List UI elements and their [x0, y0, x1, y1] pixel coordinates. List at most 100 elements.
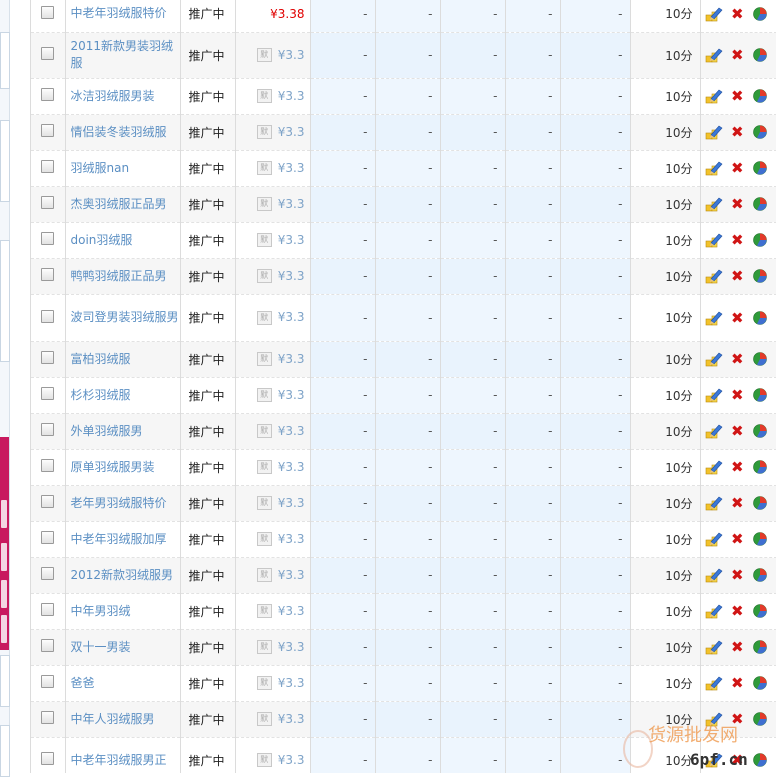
- keyword-link[interactable]: 外单羽绒服男: [65, 413, 181, 450]
- report-pie-icon[interactable]: [752, 495, 770, 511]
- report-pie-icon[interactable]: [752, 531, 770, 547]
- report-pie-icon[interactable]: [752, 268, 770, 284]
- report-pie-icon[interactable]: [752, 459, 770, 475]
- row-checkbox[interactable]: [41, 47, 55, 60]
- bid-price-cell[interactable]: 默 ¥3.3: [235, 341, 311, 378]
- edit-pencil-icon[interactable]: [705, 567, 723, 583]
- row-checkbox[interactable]: [41, 423, 55, 436]
- sidebar-promo-tab[interactable]: [1, 500, 7, 528]
- bid-price-cell[interactable]: 默 ¥3.3: [235, 114, 311, 151]
- delete-x-icon[interactable]: ✖: [730, 675, 744, 691]
- keyword-link[interactable]: 中老年羽绒服男正: [65, 737, 181, 773]
- delete-x-icon[interactable]: ✖: [730, 351, 744, 367]
- row-checkbox[interactable]: [41, 675, 55, 688]
- row-checkbox[interactable]: [41, 124, 55, 137]
- edit-pencil-icon[interactable]: [705, 639, 723, 655]
- report-pie-icon[interactable]: [752, 603, 770, 619]
- edit-pencil-icon[interactable]: [705, 47, 723, 63]
- row-checkbox[interactable]: [41, 459, 55, 472]
- bid-price-cell[interactable]: 默 ¥3.3: [235, 150, 311, 187]
- keyword-link[interactable]: 中老年羽绒服特价: [65, 0, 181, 33]
- row-checkbox[interactable]: [41, 495, 55, 508]
- report-pie-icon[interactable]: [752, 639, 770, 655]
- keyword-link[interactable]: 双十一男装: [65, 629, 181, 666]
- keyword-link[interactable]: 中年男羽绒: [65, 593, 181, 630]
- bid-price-cell[interactable]: 默 ¥3.3: [235, 485, 311, 522]
- keyword-link[interactable]: 冰洁羽绒服男装: [65, 78, 181, 115]
- delete-x-icon[interactable]: ✖: [730, 531, 744, 547]
- row-checkbox[interactable]: [41, 603, 55, 616]
- edit-pencil-icon[interactable]: [705, 423, 723, 439]
- keyword-link[interactable]: 富柏羽绒服: [65, 341, 181, 378]
- edit-pencil-icon[interactable]: [705, 459, 723, 475]
- bid-price-cell[interactable]: 默 ¥3.3: [235, 32, 311, 79]
- sidebar-promo-tab[interactable]: [1, 543, 7, 571]
- edit-pencil-icon[interactable]: [705, 268, 723, 284]
- row-checkbox[interactable]: [41, 639, 55, 652]
- edit-pencil-icon[interactable]: [705, 603, 723, 619]
- bid-price-cell[interactable]: 默 ¥3.3: [235, 186, 311, 223]
- delete-x-icon[interactable]: ✖: [730, 47, 744, 63]
- bid-price-cell[interactable]: 默 ¥3.3: [235, 258, 311, 295]
- delete-x-icon[interactable]: ✖: [730, 160, 744, 176]
- row-checkbox[interactable]: [41, 160, 55, 173]
- keyword-link[interactable]: 鸭鸭羽绒服正品男: [65, 258, 181, 295]
- edit-pencil-icon[interactable]: [705, 160, 723, 176]
- edit-pencil-icon[interactable]: [705, 232, 723, 248]
- row-checkbox[interactable]: [41, 711, 55, 724]
- bid-price-cell[interactable]: 默 ¥3.3: [235, 449, 311, 486]
- keyword-link[interactable]: 杰奥羽绒服正品男: [65, 186, 181, 223]
- row-checkbox[interactable]: [41, 531, 55, 544]
- report-pie-icon[interactable]: [752, 6, 770, 22]
- delete-x-icon[interactable]: ✖: [730, 423, 744, 439]
- keyword-link[interactable]: 中老年羽绒服加厚: [65, 521, 181, 558]
- row-checkbox[interactable]: [41, 232, 55, 245]
- delete-x-icon[interactable]: ✖: [730, 387, 744, 403]
- keyword-link[interactable]: doin羽绒服: [65, 222, 181, 259]
- report-pie-icon[interactable]: [752, 47, 770, 63]
- bid-price-cell[interactable]: 默 ¥3.3: [235, 521, 311, 558]
- keyword-link[interactable]: 情侣装冬装羽绒服: [65, 114, 181, 151]
- row-checkbox[interactable]: [41, 88, 55, 101]
- bid-price-cell[interactable]: 默 ¥3.3: [235, 294, 311, 342]
- keyword-link[interactable]: 爸爸: [65, 665, 181, 702]
- delete-x-icon[interactable]: ✖: [730, 88, 744, 104]
- edit-pencil-icon[interactable]: [705, 124, 723, 140]
- keyword-link[interactable]: 羽绒服nan: [65, 150, 181, 187]
- report-pie-icon[interactable]: [752, 160, 770, 176]
- delete-x-icon[interactable]: ✖: [730, 459, 744, 475]
- report-pie-icon[interactable]: [752, 351, 770, 367]
- bid-price-cell[interactable]: 默 ¥3.3: [235, 593, 311, 630]
- bid-price-cell[interactable]: 默 ¥3.3: [235, 629, 311, 666]
- bid-price-cell[interactable]: 默 ¥3.3: [235, 665, 311, 702]
- report-pie-icon[interactable]: [752, 310, 770, 326]
- edit-pencil-icon[interactable]: [705, 675, 723, 691]
- report-pie-icon[interactable]: [752, 124, 770, 140]
- report-pie-icon[interactable]: [752, 232, 770, 248]
- row-checkbox[interactable]: [41, 387, 55, 400]
- row-checkbox[interactable]: [41, 268, 55, 281]
- delete-x-icon[interactable]: ✖: [730, 6, 744, 22]
- bid-price-cell[interactable]: ¥3.38: [235, 0, 311, 33]
- delete-x-icon[interactable]: ✖: [730, 232, 744, 248]
- edit-pencil-icon[interactable]: [705, 387, 723, 403]
- sidebar-promo-tab[interactable]: [1, 580, 7, 608]
- bid-price-cell[interactable]: 默 ¥3.3: [235, 78, 311, 115]
- edit-pencil-icon[interactable]: [705, 196, 723, 212]
- report-pie-icon[interactable]: [752, 567, 770, 583]
- row-checkbox[interactable]: [41, 752, 55, 765]
- bid-price-cell[interactable]: 默 ¥3.3: [235, 377, 311, 414]
- report-pie-icon[interactable]: [752, 423, 770, 439]
- report-pie-icon[interactable]: [752, 675, 770, 691]
- bid-price-cell[interactable]: 默 ¥3.3: [235, 701, 311, 738]
- delete-x-icon[interactable]: ✖: [730, 495, 744, 511]
- delete-x-icon[interactable]: ✖: [730, 603, 744, 619]
- keyword-link[interactable]: 杉杉羽绒服: [65, 377, 181, 414]
- sidebar-promo-tab[interactable]: [1, 615, 7, 643]
- edit-pencil-icon[interactable]: [705, 88, 723, 104]
- edit-pencil-icon[interactable]: [705, 351, 723, 367]
- bid-price-cell[interactable]: 默 ¥3.3: [235, 557, 311, 594]
- delete-x-icon[interactable]: ✖: [730, 124, 744, 140]
- row-checkbox[interactable]: [41, 567, 55, 580]
- edit-pencil-icon[interactable]: [705, 310, 723, 326]
